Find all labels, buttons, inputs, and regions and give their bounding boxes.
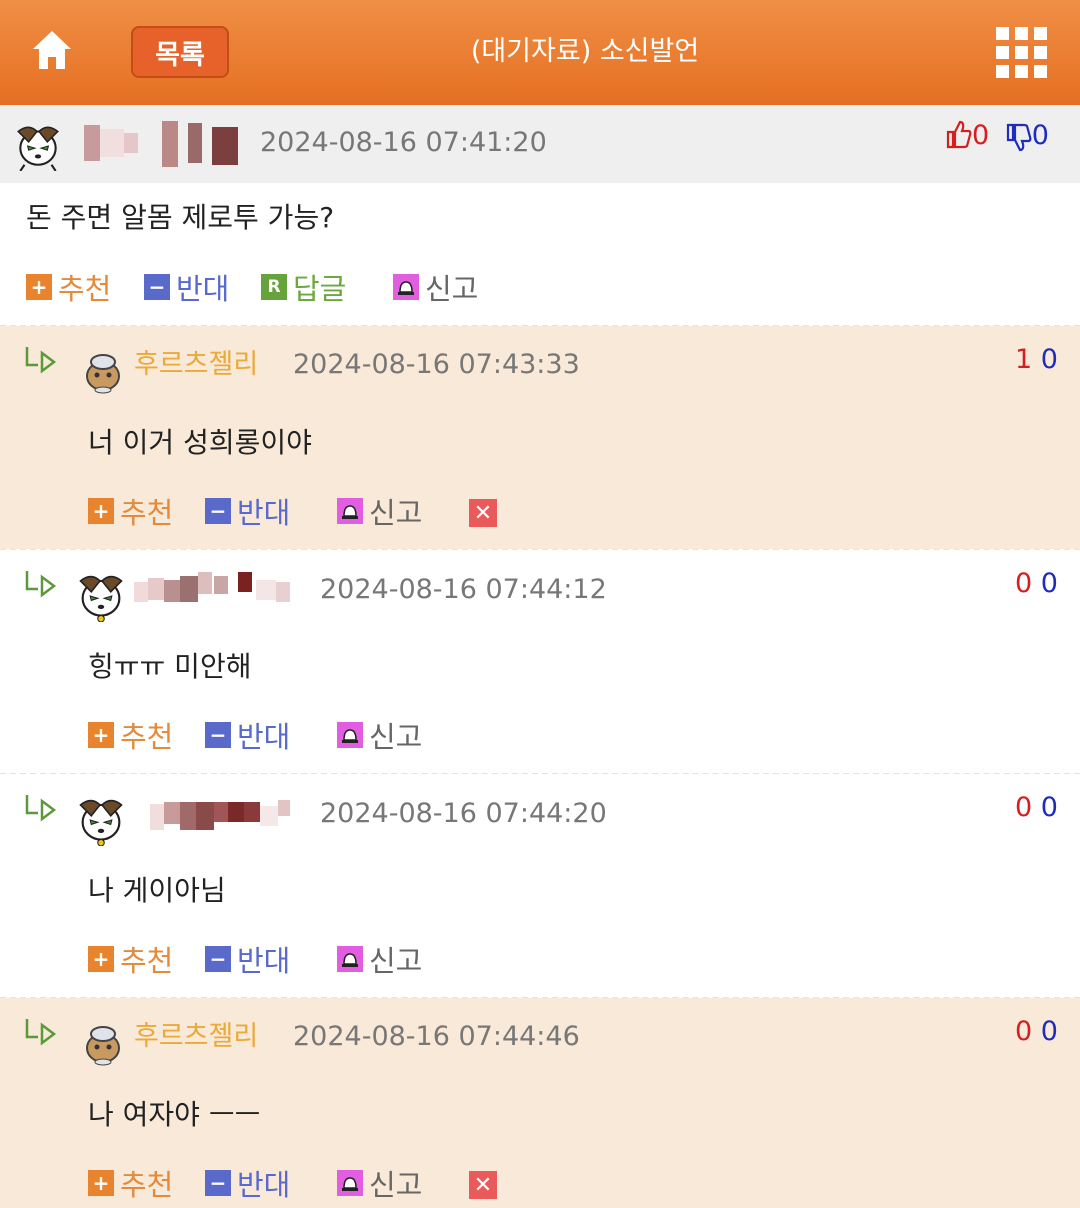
oppose-button[interactable]: − 반대: [205, 717, 290, 754]
minus-icon: −: [205, 722, 231, 748]
plus-icon: +: [26, 274, 52, 300]
comment-vote-counts: 0 0: [1015, 566, 1058, 602]
reply-button[interactable]: R 답글: [261, 269, 346, 306]
comment-actions: + 추천 − 반대 신고 ✕: [88, 493, 508, 530]
reply-arrow-icon: [25, 1019, 57, 1046]
comment-actions: + 추천 − 반대 신고: [88, 717, 468, 754]
post-vote-counts: 0 0: [946, 118, 1049, 154]
siren-icon: [337, 1170, 363, 1196]
comment-like-count: 0: [1015, 792, 1033, 823]
top-bar: 목록 (대기자료) 소신발언: [0, 0, 1080, 105]
comment-like-count: 1: [1015, 344, 1033, 375]
minus-icon: −: [144, 274, 170, 300]
minus-icon: −: [205, 1170, 231, 1196]
minus-icon: −: [205, 498, 231, 524]
comment-dislike-count: 0: [1040, 1016, 1058, 1047]
post-date: 2024-08-16 07:41:20: [260, 127, 547, 158]
plus-icon: +: [88, 498, 114, 524]
avatar-dog-icon: [79, 799, 123, 846]
oppose-button[interactable]: − 반대: [205, 1165, 290, 1202]
recommend-button[interactable]: + 추천: [88, 941, 173, 978]
comment-date: 2024-08-16 07:43:33: [293, 349, 580, 380]
post-actions: + 추천 − 반대 R 답글 신고: [26, 269, 506, 306]
recommend-button[interactable]: + 추천: [88, 717, 173, 754]
report-button[interactable]: 신고: [337, 941, 422, 978]
comment-dislike-count: 0: [1040, 344, 1058, 375]
siren-icon: [337, 946, 363, 972]
delete-x-icon[interactable]: ✕: [469, 1171, 497, 1199]
avatar-dog-icon: [17, 126, 59, 171]
post-dislike-count: 0: [1031, 120, 1049, 151]
post-like-count: 0: [972, 120, 990, 151]
comment-author[interactable]: 후르츠젤리: [134, 1019, 258, 1055]
comment-author-blurred[interactable]: [150, 798, 320, 832]
siren-icon: [337, 722, 363, 748]
reply-r-icon: R: [261, 274, 287, 300]
report-button[interactable]: 신고: [337, 1165, 422, 1202]
comment-dislike-count: 0: [1040, 568, 1058, 599]
comment-row: 2024-08-16 07:44:20 0 0 나 게이아님 + 추천 − 반대 신…: [0, 774, 1080, 996]
comment-vote-counts: 0 0: [1015, 790, 1058, 826]
post-meta-row: 2024-08-16 07:41:20 0 0: [0, 105, 1080, 183]
siren-icon: [393, 274, 419, 300]
comment-actions: + 추천 − 반대 신고: [88, 941, 468, 978]
oppose-button[interactable]: − 반대: [144, 269, 229, 306]
page-title: (대기자료) 소신발언: [470, 36, 700, 67]
comment-row: 후르츠젤리 2024-08-16 07:44:46 0 0 나 여자야 ㅡㅡ +…: [0, 998, 1080, 1208]
comment-actions: + 추천 − 반대 신고 ✕: [88, 1165, 508, 1202]
apps-grid-icon[interactable]: [996, 27, 1048, 79]
reply-arrow-icon: [25, 571, 57, 598]
comment-vote-counts: 1 0: [1015, 342, 1058, 378]
recommend-button[interactable]: + 추천: [88, 1165, 173, 1202]
comment-row: 2024-08-16 07:44:12 0 0 힝ㅠㅠ 미안해 + 추천 − 반대 …: [0, 550, 1080, 772]
home-icon[interactable]: [30, 28, 74, 72]
siren-icon: [337, 498, 363, 524]
thumbs-down-icon[interactable]: [1006, 123, 1032, 153]
oppose-button[interactable]: − 반대: [205, 493, 290, 530]
recommend-button[interactable]: + 추천: [26, 269, 111, 306]
comment-date: 2024-08-16 07:44:12: [320, 574, 607, 605]
minus-icon: −: [205, 946, 231, 972]
delete-x-icon[interactable]: ✕: [469, 499, 497, 527]
comment-like-count: 0: [1015, 568, 1033, 599]
recommend-button[interactable]: + 추천: [88, 493, 173, 530]
comment-date: 2024-08-16 07:44:20: [320, 798, 607, 829]
avatar-jelly-icon: [86, 354, 120, 394]
comment-text: 힝ㅠㅠ 미안해: [88, 650, 252, 683]
post-body: 돈 주면 알몸 제로투 가능?: [26, 201, 335, 234]
avatar-dog-icon: [79, 575, 123, 622]
report-button[interactable]: 신고: [337, 493, 422, 530]
comment-author[interactable]: 후르츠젤리: [134, 347, 258, 383]
comment-text: 나 여자야 ㅡㅡ: [88, 1098, 261, 1131]
plus-icon: +: [88, 946, 114, 972]
comment-date: 2024-08-16 07:44:46: [293, 1021, 580, 1052]
comment-text: 너 이거 성희롱이야: [88, 426, 312, 459]
comment-row: 후르츠젤리 2024-08-16 07:43:33 1 0 너 이거 성희롱이야…: [0, 326, 1080, 549]
comment-dislike-count: 0: [1040, 792, 1058, 823]
reply-arrow-icon: [25, 347, 57, 374]
comment-vote-counts: 0 0: [1015, 1014, 1058, 1050]
report-button[interactable]: 신고: [393, 269, 478, 306]
avatar-jelly-icon: [86, 1026, 120, 1066]
comment-author-blurred[interactable]: [134, 572, 294, 606]
list-button[interactable]: 목록: [131, 26, 229, 78]
comment-text: 나 게이아님: [88, 874, 226, 907]
plus-icon: +: [88, 722, 114, 748]
comment-like-count: 0: [1015, 1016, 1033, 1047]
reply-arrow-icon: [25, 795, 57, 822]
report-button[interactable]: 신고: [337, 717, 422, 754]
oppose-button[interactable]: − 반대: [205, 941, 290, 978]
plus-icon: +: [88, 1170, 114, 1196]
thumbs-up-icon[interactable]: [946, 119, 972, 149]
author-name-blurred[interactable]: [84, 121, 242, 167]
